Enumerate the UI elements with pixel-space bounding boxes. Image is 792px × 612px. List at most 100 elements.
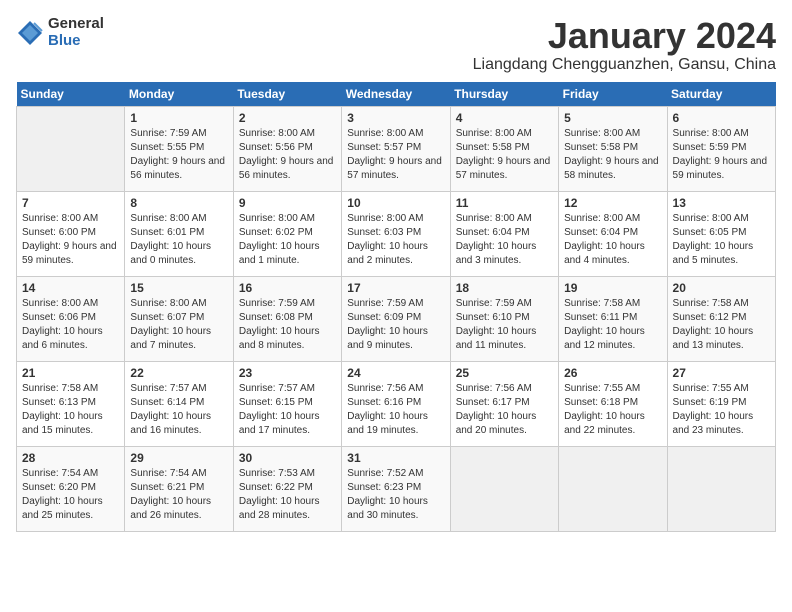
calendar-cell: 1 Sunrise: 7:59 AMSunset: 5:55 PMDaylight…: [125, 106, 233, 191]
day-info: Sunrise: 7:58 AMSunset: 6:12 PMDaylight:…: [673, 297, 770, 353]
calendar-cell: 29 Sunrise: 7:54 AMSunset: 6:21 PMDayligh…: [125, 446, 233, 531]
day-number: 22: [130, 366, 227, 380]
day-number: 1: [130, 111, 227, 125]
calendar-cell: 30Sunrise: 7:53 AMSunset: 6:22 PMDayligh…: [233, 446, 341, 531]
day-info: Sunrise: 7:59 AMSunset: 5:55 PMDaylight:…: [130, 127, 227, 183]
calendar-cell: 7 Sunrise: 8:00 AMSunset: 6:00 PMDaylight…: [17, 191, 125, 276]
calendar-cell: [667, 446, 775, 531]
day-number: 27: [673, 366, 770, 380]
week-row-2: 7 Sunrise: 8:00 AMSunset: 6:00 PMDaylight…: [17, 191, 776, 276]
day-info: Sunrise: 7:55 AMSunset: 6:18 PMDaylight:…: [564, 382, 661, 438]
day-info: Sunrise: 7:57 AMSunset: 6:15 PMDaylight:…: [239, 382, 336, 438]
calendar-cell: 27 Sunrise: 7:55 AMSunset: 6:19 PMDayligh…: [667, 361, 775, 446]
day-number: 8: [130, 196, 227, 210]
logo-icon: [16, 19, 44, 47]
day-info: Sunrise: 8:00 AMSunset: 5:58 PMDaylight:…: [564, 127, 661, 183]
calendar-cell: 16Sunrise: 7:59 AMSunset: 6:08 PMDayligh…: [233, 276, 341, 361]
day-info: Sunrise: 7:52 AMSunset: 6:23 PMDaylight:…: [347, 467, 444, 523]
calendar-cell: 28 Sunrise: 7:54 AMSunset: 6:20 PMDayligh…: [17, 446, 125, 531]
weekday-header-monday: Monday: [125, 82, 233, 107]
weekday-header-tuesday: Tuesday: [233, 82, 341, 107]
calendar-cell: 6 Sunrise: 8:00 AMSunset: 5:59 PMDaylight…: [667, 106, 775, 191]
day-info: Sunrise: 7:57 AMSunset: 6:14 PMDaylight:…: [130, 382, 227, 438]
weekday-header-friday: Friday: [559, 82, 667, 107]
day-number: 6: [673, 111, 770, 125]
day-info: Sunrise: 8:00 AMSunset: 6:05 PMDaylight:…: [673, 212, 770, 268]
day-number: 7: [22, 196, 119, 210]
day-info: Sunrise: 7:54 AMSunset: 6:20 PMDaylight:…: [22, 467, 119, 523]
day-info: Sunrise: 8:00 AMSunset: 5:58 PMDaylight:…: [456, 127, 553, 183]
calendar-cell: 5Sunrise: 8:00 AMSunset: 5:58 PMDaylight…: [559, 106, 667, 191]
day-info: Sunrise: 8:00 AMSunset: 6:01 PMDaylight:…: [130, 212, 227, 268]
day-info: Sunrise: 7:55 AMSunset: 6:19 PMDaylight:…: [673, 382, 770, 438]
day-info: Sunrise: 8:00 AMSunset: 6:04 PMDaylight:…: [456, 212, 553, 268]
day-info: Sunrise: 7:56 AMSunset: 6:17 PMDaylight:…: [456, 382, 553, 438]
calendar-cell: 8 Sunrise: 8:00 AMSunset: 6:01 PMDaylight…: [125, 191, 233, 276]
day-number: 21: [22, 366, 119, 380]
day-info: Sunrise: 7:59 AMSunset: 6:10 PMDaylight:…: [456, 297, 553, 353]
day-number: 18: [456, 281, 553, 295]
logo: General Blue: [16, 16, 104, 49]
weekday-header-saturday: Saturday: [667, 82, 775, 107]
day-number: 25: [456, 366, 553, 380]
calendar-cell: 15 Sunrise: 8:00 AMSunset: 6:07 PMDayligh…: [125, 276, 233, 361]
day-info: Sunrise: 8:00 AMSunset: 6:00 PMDaylight:…: [22, 212, 119, 268]
day-info: Sunrise: 7:58 AMSunset: 6:13 PMDaylight:…: [22, 382, 119, 438]
day-number: 15: [130, 281, 227, 295]
weekday-header-sunday: Sunday: [17, 82, 125, 107]
day-number: 14: [22, 281, 119, 295]
logo-blue-text: Blue: [48, 33, 104, 50]
day-number: 30: [239, 451, 336, 465]
day-info: Sunrise: 8:00 AMSunset: 6:02 PMDaylight:…: [239, 212, 336, 268]
day-number: 26: [564, 366, 661, 380]
day-info: Sunrise: 7:58 AMSunset: 6:11 PMDaylight:…: [564, 297, 661, 353]
day-number: 17: [347, 281, 444, 295]
calendar-cell: 22 Sunrise: 7:57 AMSunset: 6:14 PMDayligh…: [125, 361, 233, 446]
day-info: Sunrise: 8:00 AMSunset: 5:56 PMDaylight:…: [239, 127, 336, 183]
day-info: Sunrise: 7:56 AMSunset: 6:16 PMDaylight:…: [347, 382, 444, 438]
calendar-cell: 17Sunrise: 7:59 AMSunset: 6:09 PMDayligh…: [342, 276, 450, 361]
calendar-cell: 18 Sunrise: 7:59 AMSunset: 6:10 PMDayligh…: [450, 276, 558, 361]
day-number: 13: [673, 196, 770, 210]
location-title: Liangdang Chengguanzhen, Gansu, China: [473, 56, 776, 74]
day-number: 11: [456, 196, 553, 210]
calendar-cell: 19Sunrise: 7:58 AMSunset: 6:11 PMDayligh…: [559, 276, 667, 361]
day-number: 10: [347, 196, 444, 210]
title-block: January 2024 Liangdang Chengguanzhen, Ga…: [473, 16, 776, 74]
calendar-cell: [17, 106, 125, 191]
calendar-cell: 24 Sunrise: 7:56 AMSunset: 6:16 PMDayligh…: [342, 361, 450, 446]
logo-text: General Blue: [48, 16, 104, 49]
month-title: January 2024: [473, 16, 776, 56]
calendar-cell: 14Sunrise: 8:00 AMSunset: 6:06 PMDayligh…: [17, 276, 125, 361]
calendar-cell: 23Sunrise: 7:57 AMSunset: 6:15 PMDayligh…: [233, 361, 341, 446]
day-info: Sunrise: 8:00 AMSunset: 6:04 PMDaylight:…: [564, 212, 661, 268]
day-number: 20: [673, 281, 770, 295]
day-number: 2: [239, 111, 336, 125]
calendar-cell: [450, 446, 558, 531]
calendar-cell: 20 Sunrise: 7:58 AMSunset: 6:12 PMDayligh…: [667, 276, 775, 361]
calendar-cell: 3 Sunrise: 8:00 AMSunset: 5:57 PMDaylight…: [342, 106, 450, 191]
calendar-table: SundayMondayTuesdayWednesdayThursdayFrid…: [16, 82, 776, 532]
day-info: Sunrise: 8:00 AMSunset: 6:03 PMDaylight:…: [347, 212, 444, 268]
week-row-1: 1 Sunrise: 7:59 AMSunset: 5:55 PMDaylight…: [17, 106, 776, 191]
day-number: 28: [22, 451, 119, 465]
day-info: Sunrise: 7:54 AMSunset: 6:21 PMDaylight:…: [130, 467, 227, 523]
day-number: 24: [347, 366, 444, 380]
calendar-cell: [559, 446, 667, 531]
calendar-cell: 4Sunrise: 8:00 AMSunset: 5:58 PMDaylight…: [450, 106, 558, 191]
week-row-3: 14Sunrise: 8:00 AMSunset: 6:06 PMDayligh…: [17, 276, 776, 361]
day-number: 3: [347, 111, 444, 125]
day-info: Sunrise: 8:00 AMSunset: 5:59 PMDaylight:…: [673, 127, 770, 183]
day-number: 29: [130, 451, 227, 465]
calendar-cell: 21 Sunrise: 7:58 AMSunset: 6:13 PMDayligh…: [17, 361, 125, 446]
week-row-4: 21 Sunrise: 7:58 AMSunset: 6:13 PMDayligh…: [17, 361, 776, 446]
day-number: 9: [239, 196, 336, 210]
logo-general-text: General: [48, 16, 104, 33]
day-info: Sunrise: 8:00 AMSunset: 5:57 PMDaylight:…: [347, 127, 444, 183]
calendar-cell: 26 Sunrise: 7:55 AMSunset: 6:18 PMDayligh…: [559, 361, 667, 446]
calendar-cell: 11 Sunrise: 8:00 AMSunset: 6:04 PMDayligh…: [450, 191, 558, 276]
weekday-header-row: SundayMondayTuesdayWednesdayThursdayFrid…: [17, 82, 776, 107]
calendar-cell: 10 Sunrise: 8:00 AMSunset: 6:03 PMDayligh…: [342, 191, 450, 276]
calendar-cell: 13 Sunrise: 8:00 AMSunset: 6:05 PMDayligh…: [667, 191, 775, 276]
day-info: Sunrise: 8:00 AMSunset: 6:07 PMDaylight:…: [130, 297, 227, 353]
